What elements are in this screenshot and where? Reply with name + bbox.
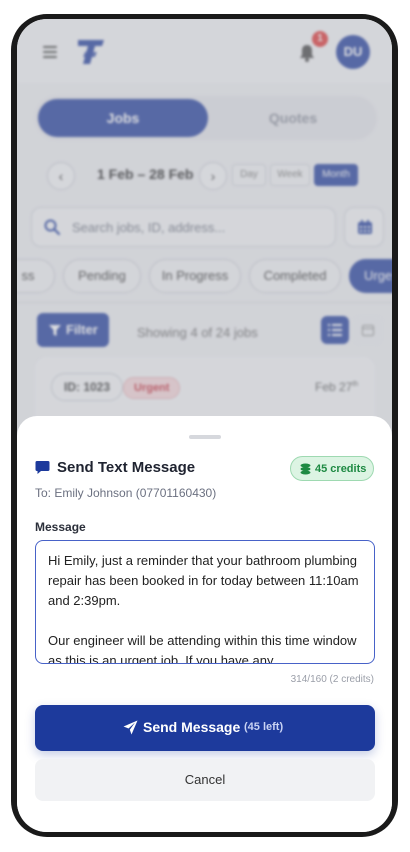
chat-icon bbox=[35, 461, 50, 474]
coins-icon bbox=[300, 463, 311, 475]
message-text: Hi Emily, just a reminder that your bath… bbox=[48, 553, 359, 664]
cancel-button[interactable]: Cancel bbox=[35, 759, 375, 801]
sheet-title: Send Text Message bbox=[57, 459, 196, 476]
phone-frame: 1 DU Jobs Quotes ‹ 1 Feb – 28 Feb › Day … bbox=[11, 14, 398, 837]
message-label: Message bbox=[35, 520, 86, 534]
send-label: Send Message bbox=[143, 719, 241, 735]
credits-badge: 45 credits bbox=[290, 456, 374, 481]
credits-count: 45 credits bbox=[315, 463, 367, 475]
credits-left: (45 left) bbox=[244, 721, 284, 733]
recipient-line: To: Emily Johnson (07701160430) bbox=[35, 486, 217, 500]
character-count: 314/160 (2 credits) bbox=[290, 674, 374, 685]
screen: 1 DU Jobs Quotes ‹ 1 Feb – 28 Feb › Day … bbox=[17, 19, 392, 832]
send-text-sheet: Send Text Message 45 credits To: Emily J… bbox=[17, 416, 392, 832]
drag-handle[interactable] bbox=[189, 435, 221, 439]
send-icon bbox=[123, 720, 138, 735]
message-textarea[interactable]: Hi Emily, just a reminder that your bath… bbox=[35, 540, 375, 664]
send-message-button[interactable]: Send Message (45 left) bbox=[35, 705, 375, 751]
